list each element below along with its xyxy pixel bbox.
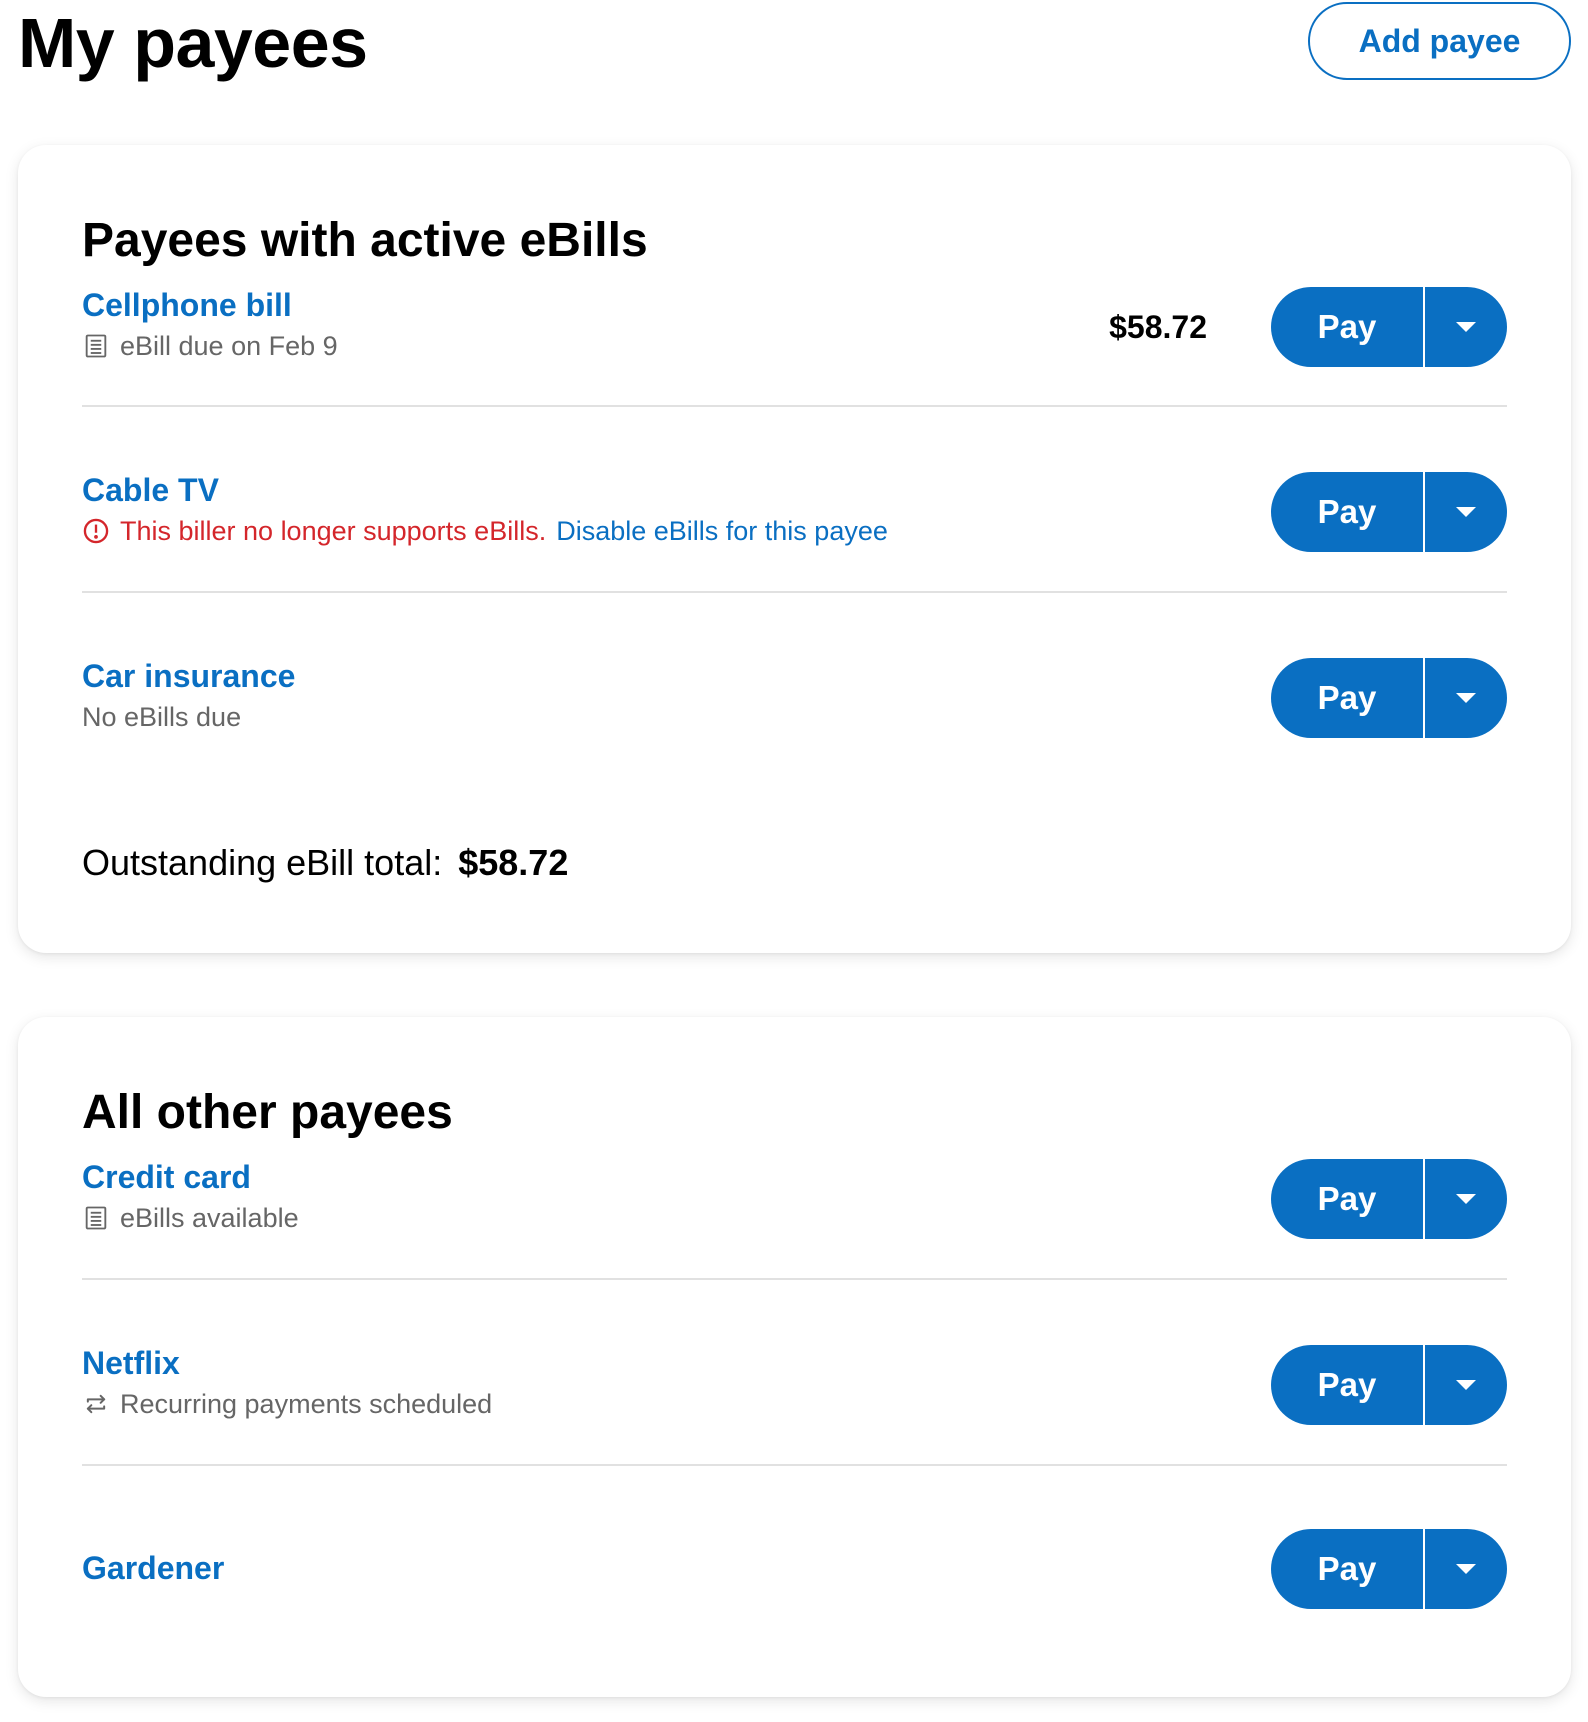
pay-split-button: Pay [1271, 658, 1507, 738]
pay-button[interactable]: Pay [1271, 1345, 1425, 1425]
payee-name-link[interactable]: Car insurance [82, 656, 295, 696]
payee-row-car-insurance: Car insurance No eBills due Pay [82, 656, 1507, 746]
pay-button[interactable]: Pay [1271, 658, 1425, 738]
pay-options-dropdown[interactable] [1425, 1529, 1507, 1609]
ebill-amount: $58.72 [1109, 309, 1207, 345]
payee-name-link[interactable]: Gardener [82, 1548, 224, 1588]
pay-split-button: Pay [1271, 1345, 1507, 1425]
section-title-other: All other payees [82, 1086, 453, 1139]
payee-status-text: This biller no longer supports eBills. [120, 516, 547, 546]
caret-down-icon [1456, 693, 1476, 703]
payee-name-link[interactable]: Cable TV [82, 470, 219, 510]
caret-down-icon [1456, 1380, 1476, 1390]
pay-options-dropdown[interactable] [1425, 472, 1507, 552]
alert-circle-icon [82, 517, 110, 545]
payee-status: eBill due on Feb 9 [82, 329, 338, 363]
payee-status: Recurring payments scheduled [82, 1387, 492, 1421]
caret-down-icon [1456, 1194, 1476, 1204]
recurring-icon [82, 1390, 110, 1418]
payee-status: No eBills due [82, 700, 241, 734]
payee-status-error: This biller no longer supports eBills. D… [82, 514, 888, 548]
payees-page: My payees Add payee Payees with active e… [0, 0, 1588, 1722]
payee-row-cable-tv: Cable TV This biller no longer supports … [82, 470, 1507, 593]
ebills-card: Payees with active eBills Cellphone bill… [18, 145, 1571, 953]
pay-button[interactable]: Pay [1271, 1159, 1425, 1239]
disable-ebills-link[interactable]: Disable eBills for this payee [556, 514, 888, 548]
payee-name-link[interactable]: Cellphone bill [82, 285, 292, 325]
payee-row-cellphone: Cellphone bill eBill due on Feb 9 $58.72… [82, 285, 1507, 407]
payee-status-text: eBill due on Feb 9 [120, 331, 338, 361]
pay-button[interactable]: Pay [1271, 287, 1425, 367]
page-title: My payees [18, 4, 368, 82]
caret-down-icon [1456, 322, 1476, 332]
pay-options-dropdown[interactable] [1425, 287, 1507, 367]
ebill-icon [82, 332, 110, 360]
payee-row-gardener: Gardener Pay [82, 1528, 1507, 1610]
total-label: Outstanding eBill total: [82, 842, 443, 883]
add-payee-button[interactable]: Add payee [1308, 2, 1571, 80]
section-title-ebills: Payees with active eBills [82, 214, 648, 267]
pay-options-dropdown[interactable] [1425, 1345, 1507, 1425]
outstanding-total: Outstanding eBill total: $58.72 [82, 841, 568, 885]
ebill-icon [82, 1204, 110, 1232]
pay-options-dropdown[interactable] [1425, 658, 1507, 738]
caret-down-icon [1456, 1564, 1476, 1574]
payee-status-text: Recurring payments scheduled [120, 1389, 493, 1419]
pay-button[interactable]: Pay [1271, 1529, 1425, 1609]
payee-row-credit-card: Credit card eBills available Pay [82, 1157, 1507, 1280]
pay-split-button: Pay [1271, 1159, 1507, 1239]
payee-status-text: eBills available [120, 1203, 299, 1233]
pay-split-button: Pay [1271, 287, 1507, 367]
caret-down-icon [1456, 507, 1476, 517]
payee-name-link[interactable]: Netflix [82, 1343, 180, 1383]
payee-row-netflix: Netflix Recurring payments scheduled Pay [82, 1343, 1507, 1466]
payee-status: eBills available [82, 1201, 299, 1235]
pay-options-dropdown[interactable] [1425, 1159, 1507, 1239]
pay-button[interactable]: Pay [1271, 472, 1425, 552]
pay-split-button: Pay [1271, 472, 1507, 552]
other-payees-card: All other payees Credit card eBills avai… [18, 1017, 1571, 1697]
payee-status-text: No eBills due [82, 702, 242, 732]
pay-split-button: Pay [1271, 1529, 1507, 1609]
payee-name-link[interactable]: Credit card [82, 1157, 251, 1197]
total-value: $58.72 [458, 842, 569, 883]
